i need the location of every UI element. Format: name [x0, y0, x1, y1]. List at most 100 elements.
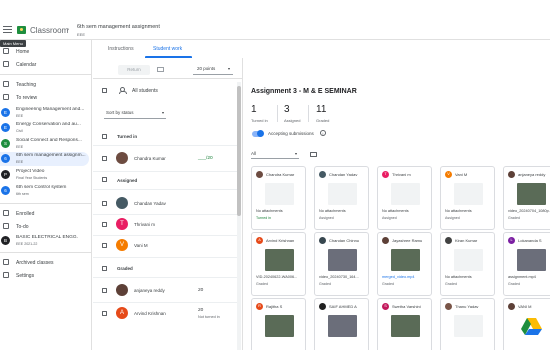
submission-card[interactable]: SAIF AHMED A: [314, 298, 369, 350]
attachment-thumbnail[interactable]: [265, 315, 294, 337]
card-student-name: anjaneya reddy: [518, 172, 546, 177]
assigned-count[interactable]: 3: [284, 104, 290, 115]
class-name[interactable]: 6th sem management assignment: [77, 24, 160, 30]
submission-card[interactable]: V Vani M No attachments Assigned: [440, 166, 495, 230]
avatar: R: [256, 303, 263, 310]
attachment-thumbnail[interactable]: [391, 315, 420, 337]
card-student-name: Chandan Chinnu: [329, 238, 360, 243]
sidebar-item-calendar[interactable]: Calendar: [0, 59, 92, 71]
class-avatar: P: [1, 170, 10, 179]
return-button[interactable]: Return: [118, 65, 150, 75]
submission-card[interactable]: anjaneya reddy video_20240704_1080p... Gra…: [503, 166, 550, 230]
attachment-label[interactable]: merged_video.mp4: [382, 275, 431, 279]
group-checkbox[interactable]: [102, 177, 107, 182]
classroom-logo-icon[interactable]: [17, 26, 26, 34]
submission-card[interactable]: S Swetha Varshini: [377, 298, 432, 350]
class-item-name: Energy Conservation and au...: [16, 122, 81, 127]
attachment-thumbnail[interactable]: [517, 315, 546, 337]
divider: [0, 203, 92, 204]
sidebar-class-item[interactable]: 6 6th sem Control system 6th sem: [0, 184, 92, 198]
attachment-thumbnail[interactable]: [517, 249, 546, 271]
divider: [277, 105, 278, 122]
menu-icon[interactable]: [3, 26, 12, 33]
sidebar-class-item[interactable]: S Social Connect and Respons... EEE: [0, 137, 92, 151]
sidebar-item-teaching[interactable]: Teaching: [0, 79, 92, 91]
sidebar-class-item[interactable]: P Project Video Final Year Students: [0, 168, 92, 182]
student-checkbox[interactable]: [102, 156, 107, 161]
student-checkbox[interactable]: [102, 201, 107, 206]
student-checkbox[interactable]: [102, 243, 107, 248]
submission-card[interactable]: L Lokananda S assignment.mp4 Graded: [503, 232, 550, 296]
info-icon[interactable]: i: [320, 130, 326, 136]
accepting-submissions-toggle[interactable]: [252, 130, 264, 137]
class-avatar: S: [1, 139, 10, 148]
avatar: [445, 303, 452, 310]
select-all-checkbox[interactable]: [102, 88, 107, 93]
student-name[interactable]: Vani M: [134, 243, 148, 248]
sidebar-item-home[interactable]: Home: [0, 46, 92, 58]
avatar: T: [382, 171, 389, 178]
status-badge: Turned in: [256, 216, 272, 220]
student-checkbox[interactable]: [102, 311, 107, 316]
class-item-name: Engineering Management and...: [16, 107, 85, 112]
attachment-thumbnail[interactable]: [517, 183, 546, 205]
scrollbar[interactable]: [237, 82, 241, 350]
grade-input[interactable]: 20: [198, 288, 203, 293]
card-student-name: Swetha Varshini: [392, 304, 421, 309]
submission-card[interactable]: Kiran Kumar No attachments Graded: [440, 232, 495, 296]
attachment-thumbnail[interactable]: [328, 249, 357, 271]
submission-card[interactable]: Chandan Yadav No attachments Assigned: [314, 166, 369, 230]
folder-icon[interactable]: [310, 152, 317, 157]
attachment-thumbnail[interactable]: [265, 249, 294, 271]
submission-card[interactable]: T Thrivani m No attachments Assigned: [377, 166, 432, 230]
filter-select[interactable]: All: [251, 149, 299, 159]
class-item-name: 6th sem management assignm...: [16, 153, 86, 158]
sidebar-class-item[interactable]: E Engineering Management and... EEE: [0, 106, 92, 120]
student-name[interactable]: Chandan Yadav: [134, 201, 166, 206]
student-name[interactable]: Chandra Kumar: [134, 156, 166, 161]
email-icon[interactable]: [157, 67, 164, 72]
scrollbar-thumb[interactable]: [237, 86, 241, 216]
group-checkbox[interactable]: [102, 266, 107, 271]
tab-student-work[interactable]: Student work: [153, 46, 182, 52]
grade-input[interactable]: ___/20: [198, 156, 213, 161]
sidebar-class-item[interactable]: B BASIC ELECTRICAL ENGG. EEE 2021-22: [0, 234, 92, 248]
graded-count[interactable]: 11: [316, 104, 326, 115]
sidebar-item-enrolled[interactable]: Enrolled: [0, 208, 92, 220]
attachment-thumbnail[interactable]: [391, 249, 420, 271]
attachment-label: No attachments: [256, 209, 283, 213]
student-checkbox[interactable]: [102, 222, 107, 227]
attachment-thumbnail[interactable]: [328, 315, 357, 337]
submission-card[interactable]: Jayashree Ramu merged_video.mp4 Graded: [377, 232, 432, 296]
student-name[interactable]: Arvind Krishnan: [134, 311, 166, 316]
points-select[interactable]: 20 points: [193, 63, 233, 75]
avatar: S: [382, 303, 389, 310]
sidebar-item-settings[interactable]: Settings: [0, 270, 92, 282]
sidebar-item-to-review[interactable]: To review: [0, 92, 92, 104]
submission-card[interactable]: R Rajitha S: [251, 298, 306, 350]
sidebar-item-todo[interactable]: To-do: [0, 221, 92, 233]
app-title[interactable]: Classroom: [30, 26, 68, 35]
student-name[interactable]: Thrivani m: [134, 222, 155, 227]
class-item-section: Civil: [16, 128, 23, 133]
student-name[interactable]: anjaneya reddy: [134, 288, 165, 293]
avatar: [319, 303, 326, 310]
student-checkbox[interactable]: [102, 288, 107, 293]
sidebar-class-item-active[interactable]: 6 6th sem management assignm... EEE: [0, 152, 89, 166]
submission-card[interactable]: Chandra Kumar No attachments Turned in: [251, 166, 306, 230]
submission-card[interactable]: A Arvind Krishnan VID-20240622-WA006... Gra…: [251, 232, 306, 296]
tab-instructions[interactable]: Instructions: [108, 46, 134, 52]
sidebar-class-item[interactable]: E Energy Conservation and au... Civil: [0, 121, 92, 135]
submission-card[interactable]: Chandan Chinnu video_20240730_164... Grade…: [314, 232, 369, 296]
sidebar-item-archived[interactable]: Archived classes: [0, 257, 92, 269]
submission-card[interactable]: VANI M: [503, 298, 550, 350]
submission-card[interactable]: Thanu Yadav: [440, 298, 495, 350]
sort-select[interactable]: Sort by status: [104, 107, 166, 119]
class-item-section: EEE 2021-22: [16, 241, 38, 246]
turned-in-count[interactable]: 1: [251, 104, 257, 115]
avatar: [116, 284, 128, 296]
group-checkbox[interactable]: [102, 134, 107, 139]
sidebar-item-label: Calendar: [16, 62, 37, 68]
class-avatar: E: [1, 108, 10, 117]
grade-input[interactable]: 20: [198, 308, 203, 313]
